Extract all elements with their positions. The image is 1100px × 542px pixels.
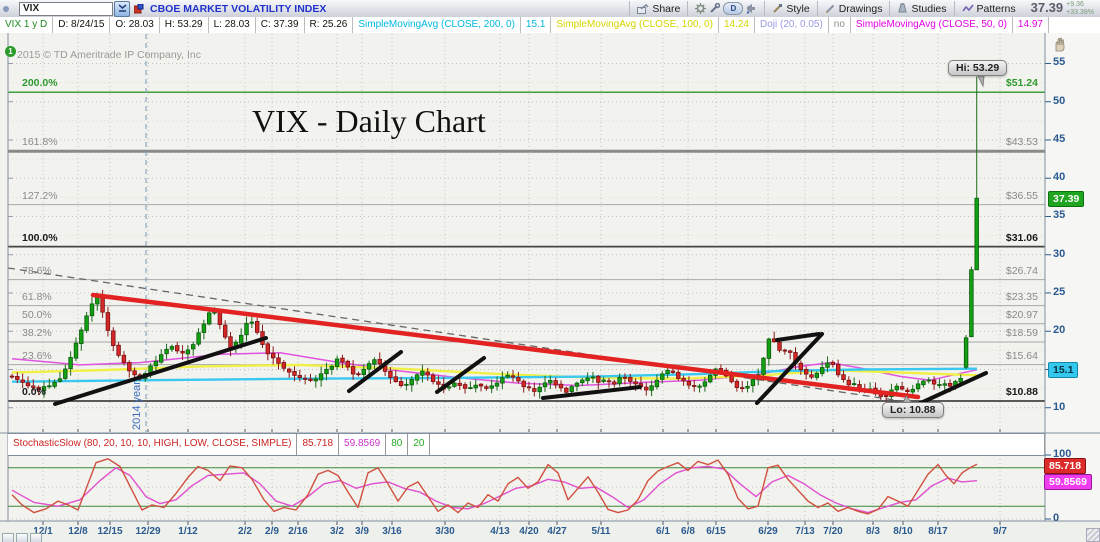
corner-button[interactable] xyxy=(2,533,14,542)
date-axis-label: 7/20 xyxy=(823,526,842,537)
price-axis-tick: 50 xyxy=(1053,95,1065,107)
date-axis-label: 2/2 xyxy=(238,526,252,537)
year-marker-label: 2014 year xyxy=(131,381,143,430)
date-axis-label: 4/27 xyxy=(547,526,566,537)
date-axis-label: 8/3 xyxy=(866,526,880,537)
date-axis-label: 5/11 xyxy=(592,526,611,537)
fib-level-label: 61.8% xyxy=(22,291,52,303)
fib-level-label: 200.0% xyxy=(22,77,58,89)
copyright-text: 2015 © TD Ameritrade IP Company, Inc xyxy=(17,49,201,61)
fib-price-label: $51.24 xyxy=(920,77,1038,89)
high-price-bubble[interactable]: Hi: 53.29 xyxy=(948,60,1007,76)
fib-level-label: 78.6% xyxy=(22,265,52,277)
fib-price-label: $15.64 xyxy=(920,350,1038,362)
fib-level-label: 161.8% xyxy=(22,136,58,148)
date-axis-label: 12/15 xyxy=(97,526,122,537)
price-axis-tick: 25 xyxy=(1053,286,1065,298)
price-axis-tick: 40 xyxy=(1053,171,1065,183)
stoch-d-axis-badge: 59.8569 xyxy=(1044,474,1092,490)
date-axis-label: 2/16 xyxy=(288,526,307,537)
date-axis-label: 1/12 xyxy=(178,526,197,537)
price-axis-tick: 35 xyxy=(1053,209,1065,221)
sma200-axis-badge: 15.1 xyxy=(1048,362,1078,378)
fib-price-label: $23.35 xyxy=(920,291,1038,303)
fib-price-label: $26.74 xyxy=(920,265,1038,277)
date-axis-label: 2/9 xyxy=(265,526,279,537)
date-axis-label: 3/16 xyxy=(382,526,401,537)
fib-level-label: 127.2% xyxy=(22,190,58,202)
stochastic-header-row[interactable]: StochasticSlow (80, 20, 10, 10, HIGH, LO… xyxy=(8,433,1045,456)
low-price-bubble[interactable]: Lo: 10.88 xyxy=(882,402,944,418)
fib-price-label: $10.88 xyxy=(920,386,1038,398)
date-axis-label: 4/20 xyxy=(519,526,538,537)
stochastic-oversold-value: 20 xyxy=(408,434,430,455)
fib-level-label: 23.6% xyxy=(22,350,52,362)
price-axis-tick: 30 xyxy=(1053,248,1065,260)
corner-mini-buttons[interactable] xyxy=(2,533,42,542)
fib-level-label: 100.0% xyxy=(22,232,58,244)
date-axis-label: 3/2 xyxy=(330,526,344,537)
date-axis-label: 3/30 xyxy=(435,526,454,537)
stoch-k-axis-badge: 85.718 xyxy=(1044,458,1086,474)
stochastic-study-label: StochasticSlow (80, 20, 10, 10, HIGH, LO… xyxy=(8,434,297,455)
date-axis-label: 6/8 xyxy=(681,526,695,537)
fib-price-label: $36.55 xyxy=(920,190,1038,202)
stochastic-overbought-value: 80 xyxy=(386,434,408,455)
annotation-1-badge[interactable]: 1 xyxy=(5,46,16,57)
fib-price-label: $43.53 xyxy=(920,136,1038,148)
fib-price-label: $20.97 xyxy=(920,309,1038,321)
date-axis-label: 8/17 xyxy=(928,526,947,537)
stoch-axis-tick: 0 xyxy=(1053,512,1059,524)
fib-price-label: $18.59 xyxy=(920,327,1038,339)
date-axis-label: 9/7 xyxy=(993,526,1007,537)
date-axis-label: 6/1 xyxy=(656,526,670,537)
date-axis-label: 8/10 xyxy=(893,526,912,537)
fib-level-label: 38.2% xyxy=(22,327,52,339)
hand-cursor-tool[interactable] xyxy=(1052,37,1068,58)
stochastic-d-value: 59.8569 xyxy=(339,434,386,455)
resize-grip[interactable] xyxy=(1086,528,1100,542)
price-axis-tick: 10 xyxy=(1053,401,1065,413)
date-axis-label: 6/15 xyxy=(706,526,725,537)
fib-level-label: 0.0% xyxy=(22,386,46,398)
date-axis-label: 12/8 xyxy=(68,526,87,537)
stochastic-header-spacer xyxy=(430,434,1045,455)
corner-button[interactable] xyxy=(30,533,42,542)
price-axis-tick: 45 xyxy=(1053,133,1065,145)
price-axis-tick: 55 xyxy=(1053,56,1065,68)
date-axis-label: 12/29 xyxy=(135,526,160,537)
date-axis-label: 6/29 xyxy=(758,526,777,537)
fib-level-label: 50.0% xyxy=(22,309,52,321)
price-axis-tick: 20 xyxy=(1053,324,1065,336)
chart-title: VIX - Daily Chart xyxy=(252,103,486,140)
date-axis-label: 4/13 xyxy=(490,526,509,537)
stochastic-k-value: 85.718 xyxy=(297,434,339,455)
corner-button[interactable] xyxy=(16,533,28,542)
trading-platform-window: VIX CBOE MARKET VOLATILITY INDEX Share xyxy=(0,0,1100,542)
date-axis-label: 3/9 xyxy=(355,526,369,537)
fib-price-label: $31.06 xyxy=(920,232,1038,244)
date-axis-label: 7/13 xyxy=(795,526,814,537)
last-price-axis-badge: 37.39 xyxy=(1048,191,1084,207)
